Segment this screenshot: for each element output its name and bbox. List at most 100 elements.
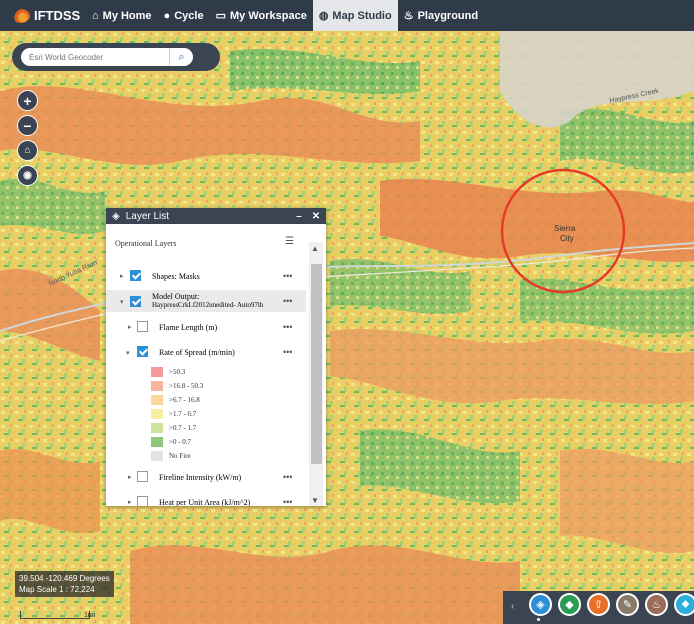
close-button[interactable]: ✕: [309, 211, 323, 222]
layer-label-fireline-intensity: Fireline Intensity (kW/m): [159, 473, 242, 482]
legend-swatch: [151, 395, 163, 405]
expand-caret-icon[interactable]: ▸: [128, 473, 132, 481]
expand-caret-icon[interactable]: ▸: [120, 272, 124, 280]
legend-item: >1.7 - 6.7: [151, 409, 196, 419]
layer-list-body: Operational Layers ☰ ▸ Shapes: Masks •••…: [106, 224, 326, 506]
layer-options-model-output[interactable]: •••: [283, 296, 292, 306]
collapse-caret-icon[interactable]: ▾: [120, 298, 124, 306]
collapse-caret-icon[interactable]: ▾: [126, 349, 130, 357]
layer-options-fireline-intensity[interactable]: •••: [283, 472, 292, 482]
layer-checkbox-rate-of-spread[interactable]: [137, 346, 148, 357]
map-canvas[interactable]: Sierra City North Yuba River Haypress Cr…: [0, 31, 694, 624]
legend-swatch: [151, 423, 163, 433]
layer-checkbox-model-output[interactable]: [130, 296, 141, 307]
operational-layers-label: Operational Layers: [115, 239, 177, 248]
layer-list-scrollbar[interactable]: ▲ ▼: [309, 242, 323, 506]
scroll-down-icon[interactable]: ▼: [311, 496, 319, 505]
zoom-out-button[interactable]: −: [17, 115, 38, 136]
widget-toolbar: ‹ ◈ ◆ ⇧ ✎ ♨ ⬥: [503, 591, 694, 624]
layer-list-header: ◈ Layer List – ✕: [106, 208, 326, 224]
nav-my-workspace[interactable]: ▭ My Workspace: [210, 0, 313, 31]
nav-cycle[interactable]: ● Cycle: [158, 0, 210, 31]
chevron-left-icon[interactable]: ‹: [511, 601, 514, 612]
home-icon: ⌂: [24, 145, 31, 156]
legend-item: >6.7 - 16.8: [151, 395, 200, 405]
legend-item: >0 - 0.7: [151, 437, 191, 447]
legend-swatch: [151, 451, 163, 461]
coordinates-text: 39.504 -120.469 Degrees: [19, 574, 110, 583]
legend-item: >0.7 - 1.7: [151, 423, 196, 433]
top-nav: IFTDSS ⌂ My Home ● Cycle ▭ My Workspace …: [0, 0, 694, 31]
expand-caret-icon[interactable]: ▸: [128, 323, 132, 331]
layer-list-panel: ◈ Layer List – ✕ Operational Layers ☰ ▸ …: [106, 208, 326, 506]
legend-swatch: [151, 381, 163, 391]
active-indicator: [537, 618, 540, 621]
layers-icon: ◈: [112, 210, 120, 222]
legend-item: >50.3: [151, 367, 185, 377]
measure-icon: ✎: [622, 599, 633, 611]
pin-icon: ⬥: [681, 598, 690, 610]
layer-checkbox-heat-per-unit-area[interactable]: [137, 496, 148, 506]
fire-button[interactable]: ♨: [645, 593, 668, 616]
upload-icon: ⇧: [593, 599, 604, 611]
pin-button[interactable]: ⬥: [674, 593, 694, 616]
layers-icon: ◈: [536, 599, 545, 611]
home-icon: ⌂: [92, 9, 99, 22]
home-extent-button[interactable]: ⌂: [17, 140, 38, 161]
cycle-icon: ●: [163, 9, 171, 22]
minimize-button[interactable]: –: [292, 211, 306, 222]
legend-swatch: [151, 367, 163, 377]
search-icon: ⌕: [178, 50, 185, 63]
basemap-button[interactable]: ◆: [558, 593, 581, 616]
fire-icon: ♨: [651, 599, 662, 611]
flame-icon: ♨: [403, 10, 414, 22]
nav-my-home[interactable]: ⌂ My Home: [86, 0, 158, 31]
basemap-icon: ◆: [565, 599, 574, 611]
layer-label-flame-length: Flame Length (m): [159, 323, 218, 332]
geocoder-input[interactable]: [21, 48, 169, 66]
locate-icon: ◉: [23, 170, 32, 181]
nav-playground[interactable]: ♨ Playground: [398, 0, 484, 31]
legend-swatch: [151, 409, 163, 419]
layer-options-heat-per-unit-area[interactable]: •••: [283, 497, 292, 506]
upload-button[interactable]: ⇧: [587, 593, 610, 616]
globe-icon: ◍: [318, 10, 329, 22]
app-logo[interactable]: IFTDSS: [0, 8, 86, 23]
rate-of-spread-map[interactable]: Sierra City North Yuba River Haypress Cr…: [0, 31, 694, 624]
locate-button[interactable]: ◉: [17, 165, 38, 186]
search-button[interactable]: ⌕: [169, 48, 193, 66]
layer-label-model-output-line1: Model Output:: [152, 292, 200, 301]
scroll-up-icon[interactable]: ▲: [311, 244, 319, 253]
layer-checkbox-flame-length[interactable]: [137, 321, 148, 332]
geocoder-search: ⌕: [12, 43, 220, 71]
minus-icon: −: [23, 117, 32, 134]
town-label-line1: Sierra: [554, 224, 576, 233]
layer-label-shapes-masks: Shapes: Masks: [152, 272, 200, 281]
layer-label-heat-per-unit-area: Heat per Unit Area (kJ/m^2): [159, 498, 251, 506]
measure-button[interactable]: ✎: [616, 593, 639, 616]
legend-item: No Fire: [151, 451, 191, 461]
nav-map-studio[interactable]: ◍ Map Studio: [312, 0, 398, 31]
flame-logo-icon: [12, 8, 30, 23]
layer-checkbox-shapes-masks[interactable]: [130, 270, 141, 281]
expand-caret-icon[interactable]: ▸: [128, 498, 132, 506]
town-label-line2: City: [560, 234, 574, 243]
coordinate-readout: 39.504 -120.469 Degrees Map Scale 1 : 72…: [15, 571, 114, 597]
map-scale-text: Map Scale 1 : 72,224: [19, 585, 95, 594]
layers-button[interactable]: ◈: [529, 593, 552, 616]
legend-item: >16.8 - 50.3: [151, 381, 203, 391]
scroll-thumb[interactable]: [311, 264, 322, 464]
legend-swatch: [151, 437, 163, 447]
layer-options-rate-of-spread[interactable]: •••: [283, 347, 292, 357]
plus-icon: +: [23, 92, 32, 109]
scale-bar: [20, 611, 90, 619]
layer-options-shapes-masks[interactable]: •••: [283, 271, 292, 281]
scale-bar-label: 1mi: [84, 612, 96, 619]
layer-label-model-output-line2: HaypressCrkLf2012unedited- Auto97th: [152, 301, 264, 309]
filter-list-icon[interactable]: ☰: [285, 236, 294, 247]
workspace-icon: ▭: [215, 10, 226, 22]
layer-list-title: Layer List: [125, 210, 170, 222]
zoom-in-button[interactable]: +: [17, 90, 38, 111]
layer-options-flame-length[interactable]: •••: [283, 322, 292, 332]
layer-checkbox-fireline-intensity[interactable]: [137, 471, 148, 482]
